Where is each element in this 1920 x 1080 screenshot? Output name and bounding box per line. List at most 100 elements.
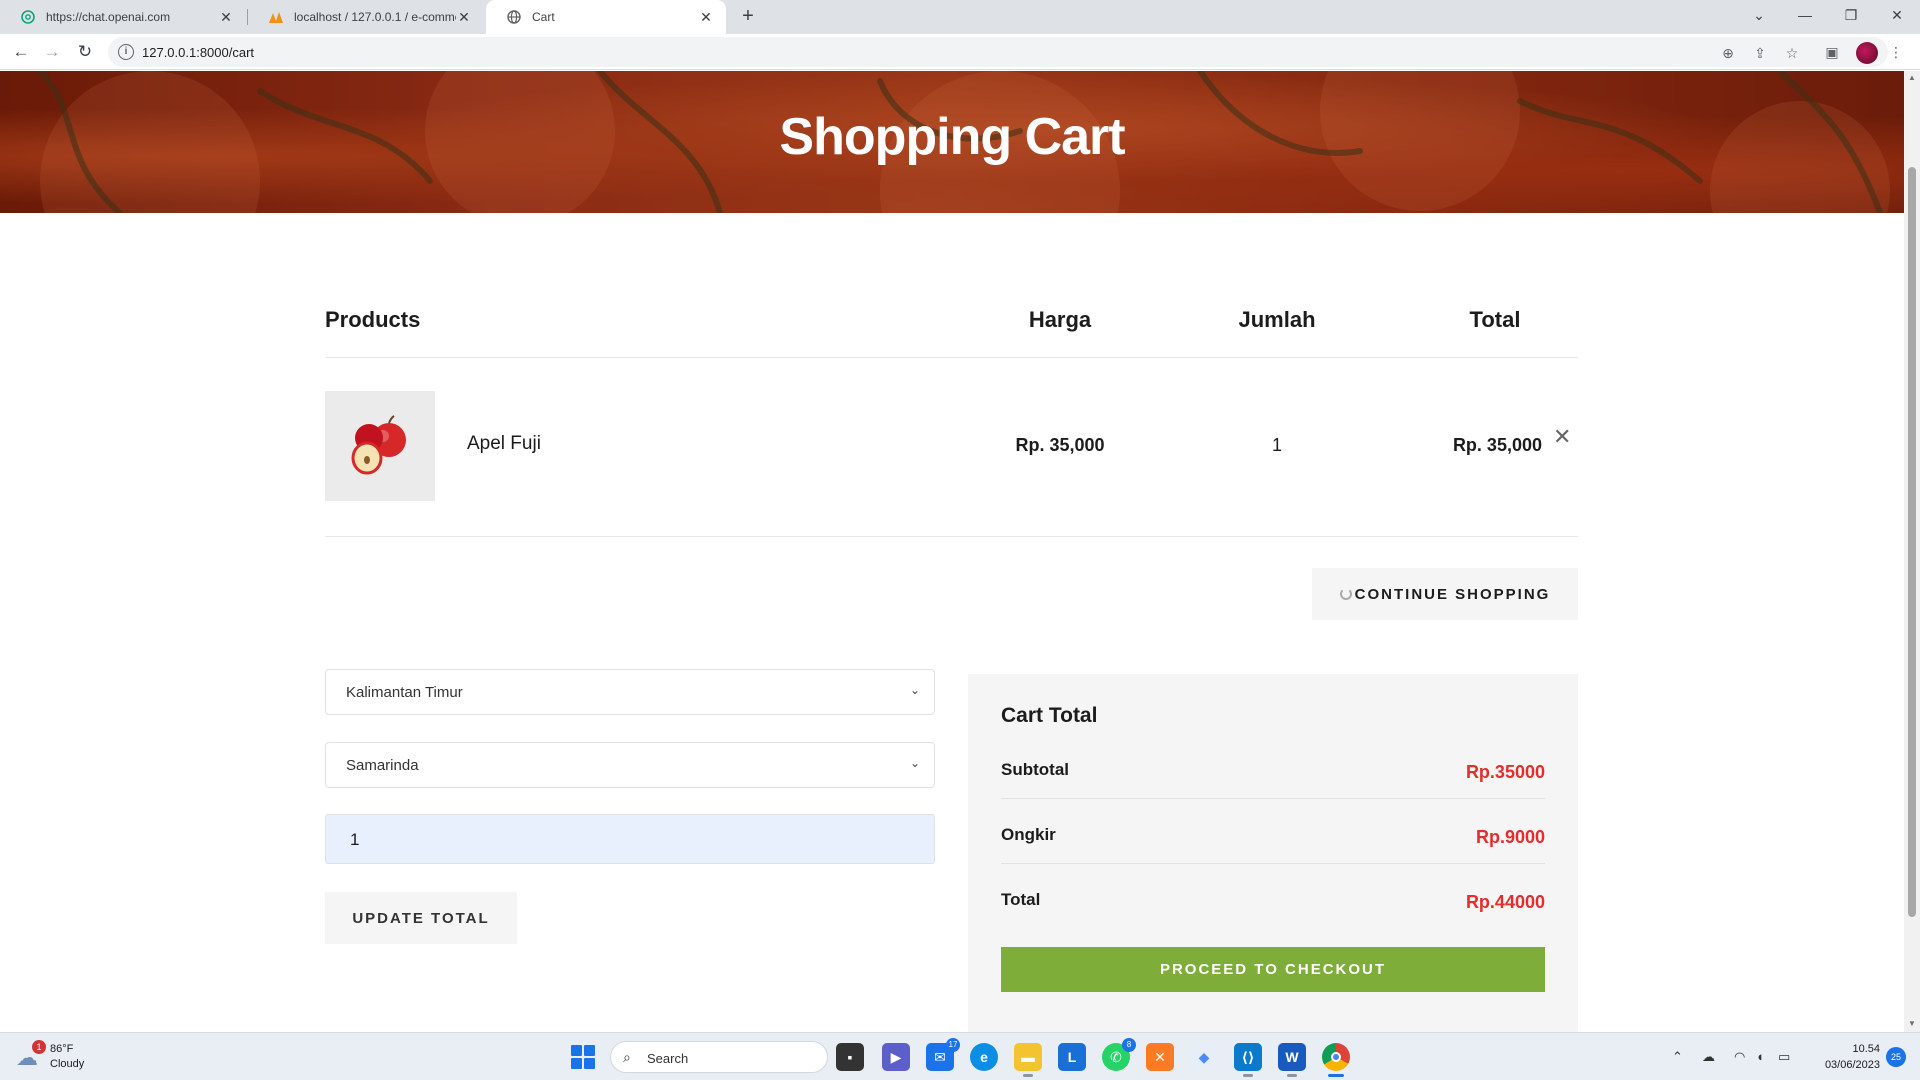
page-scrollbar[interactable]: ▲ ▼: [1904, 71, 1920, 1032]
reload-icon[interactable]: ↻: [73, 40, 97, 64]
globe-icon: [506, 9, 522, 25]
remove-item-icon[interactable]: ✕: [1553, 424, 1571, 450]
weather-widget[interactable]: ☁ 1 86°F Cloudy: [16, 1040, 106, 1075]
city-select-value: Samarinda: [346, 757, 419, 774]
city-select[interactable]: Samarinda ⌄: [325, 742, 935, 788]
province-select[interactable]: Kalimantan Timur ⌄: [325, 669, 935, 715]
url-text[interactable]: 127.0.0.1:8000/cart: [142, 45, 254, 60]
address-bar[interactable]: i 127.0.0.1:8000/cart ⊕ ⇪ ☆: [108, 37, 1888, 67]
clock-date: 03/06/2023: [1824, 1059, 1880, 1071]
back-arrow-icon[interactable]: ←: [9, 40, 33, 64]
running-indicator: [1023, 1074, 1033, 1077]
close-tab-icon[interactable]: ✕: [456, 9, 472, 26]
browser-tabstrip: https://chat.openai.com ✕ localhost / 12…: [0, 0, 1920, 34]
checkout-label: PROCEED TO CHECKOUT: [1159, 961, 1387, 978]
mail-icon[interactable]: ✉ 17: [926, 1038, 960, 1071]
page-viewport: Shopping Cart Products Harga Jumlah Tota…: [0, 71, 1904, 1032]
tab-label: localhost / 127.0.0.1 / e-commerce: [294, 10, 456, 24]
weather-badge: 1: [32, 1040, 46, 1054]
quantity-input-value: 1: [350, 830, 360, 849]
minimize-button[interactable]: —: [1782, 0, 1828, 30]
taskbar-search-box[interactable]: ⌕ Search: [610, 1041, 828, 1073]
scroll-down-arrow-icon[interactable]: ▼: [1908, 1019, 1916, 1028]
close-tab-icon[interactable]: ✕: [698, 9, 714, 26]
quantity-input[interactable]: 1: [325, 814, 935, 864]
shipping-label: Ongkir: [1001, 825, 1056, 844]
shipping-value: Rp.9000: [1475, 827, 1545, 847]
profile-avatar[interactable]: [1856, 42, 1878, 64]
restore-button[interactable]: ❐: [1828, 0, 1874, 30]
teams-chat-icon[interactable]: ▶: [882, 1043, 910, 1071]
windows-start-icon[interactable]: [571, 1045, 595, 1069]
whatsapp-icon[interactable]: ✆ 8: [1102, 1038, 1136, 1071]
notification-badge[interactable]: 25: [1886, 1047, 1906, 1067]
product-price: Rp. 35,000: [1015, 435, 1105, 455]
header-total: Total: [1469, 307, 1521, 332]
product-total: Rp. 35,000: [1452, 435, 1542, 455]
proceed-to-checkout-button[interactable]: PROCEED TO CHECKOUT: [1001, 947, 1545, 992]
show-hidden-icons-chevron-icon[interactable]: ⌃: [1672, 1049, 1683, 1065]
openai-icon: [20, 9, 36, 25]
site-info-icon[interactable]: i: [118, 44, 134, 60]
windows-taskbar: ☁ 1 86°F Cloudy ⌕ Search ▪ ▶ ✉ 17 e ▬ L …: [0, 1032, 1920, 1080]
continue-shopping-label: CONTINUE SHOPPING: [1354, 585, 1551, 603]
forward-arrow-icon[interactable]: →: [40, 40, 64, 64]
bookmark-star-icon[interactable]: ☆: [1782, 43, 1802, 63]
update-total-label: UPDATE TOTAL: [352, 909, 490, 927]
header-price: Harga: [1028, 307, 1092, 332]
total-divider: [1001, 798, 1545, 799]
word-icon[interactable]: W: [1278, 1043, 1306, 1077]
browser-toolbar: ← → ↻ i 127.0.0.1:8000/cart ⊕ ⇪ ☆ ▣ ⋮: [0, 34, 1920, 70]
clock-time: 10.54: [1852, 1043, 1880, 1055]
continue-shopping-button[interactable]: CONTINUE SHOPPING: [1312, 568, 1578, 620]
running-indicator: [1287, 1074, 1297, 1077]
tab-phpmyadmin[interactable]: localhost / 127.0.0.1 / e-commerce ✕: [248, 0, 484, 34]
mail-badge: 17: [946, 1038, 960, 1052]
tab-search-chevron-icon[interactable]: ⌄: [1736, 0, 1782, 30]
search-icon: ⌕: [623, 1049, 631, 1065]
taskbar-search-label: Search: [647, 1051, 689, 1066]
onedrive-cloud-icon[interactable]: ☁: [1702, 1049, 1715, 1065]
browser-menu-icon[interactable]: ⋮: [1886, 42, 1906, 62]
update-total-button[interactable]: UPDATE TOTAL: [325, 892, 517, 944]
cart-total-title: Cart Total: [1001, 704, 1098, 727]
side-panel-icon[interactable]: ▣: [1822, 42, 1842, 62]
zoom-icon[interactable]: ⊕: [1718, 43, 1738, 63]
new-tab-button[interactable]: +: [736, 5, 760, 29]
subtotal-value: Rp.35000: [1465, 762, 1545, 782]
task-view-icon[interactable]: ▪: [836, 1043, 864, 1071]
xampp-icon[interactable]: ✕: [1146, 1043, 1174, 1071]
page-title: Shopping Cart: [779, 108, 1125, 166]
volume-icon[interactable]: ◖: [1756, 1049, 1764, 1064]
phpmyadmin-icon: [268, 9, 284, 25]
product-image: [325, 391, 435, 501]
close-window-button[interactable]: ✕: [1874, 0, 1920, 30]
table-divider: [325, 536, 1578, 537]
grand-total-value: Rp.44000: [1465, 892, 1545, 912]
hero-banner: Shopping Cart: [0, 71, 1904, 213]
province-select-value: Kalimantan Timur: [346, 684, 463, 701]
tab-cart[interactable]: Cart ✕: [486, 0, 726, 34]
system-clock[interactable]: 10.54 03/06/2023: [1808, 1041, 1880, 1073]
tab-label: https://chat.openai.com: [46, 10, 171, 24]
weather-temp: 86°F: [50, 1043, 74, 1055]
scrollbar-thumb[interactable]: [1908, 167, 1916, 917]
product-name: Apel Fuji: [467, 433, 541, 454]
scroll-up-arrow-icon[interactable]: ▲: [1908, 73, 1916, 82]
share-icon[interactable]: ⇪: [1750, 43, 1770, 63]
header-qty: Jumlah: [1238, 307, 1316, 332]
whatsapp-badge: 8: [1122, 1038, 1136, 1052]
wifi-icon[interactable]: ◠: [1734, 1049, 1745, 1065]
file-explorer-icon[interactable]: ▬: [1014, 1043, 1042, 1077]
tab-chat-openai[interactable]: https://chat.openai.com ✕: [0, 0, 246, 34]
gitkraken-icon[interactable]: ◆: [1190, 1043, 1218, 1071]
chrome-icon[interactable]: [1322, 1043, 1350, 1077]
tab-label: Cart: [532, 10, 555, 24]
running-indicator: [1243, 1074, 1253, 1077]
table-divider: [325, 357, 1578, 358]
vscode-icon[interactable]: ⟨⟩: [1234, 1043, 1262, 1077]
close-tab-icon[interactable]: ✕: [218, 9, 234, 26]
battery-icon[interactable]: ▭: [1778, 1049, 1790, 1065]
edge-browser-icon[interactable]: e: [970, 1043, 998, 1071]
learning-app-icon[interactable]: L: [1058, 1043, 1086, 1071]
